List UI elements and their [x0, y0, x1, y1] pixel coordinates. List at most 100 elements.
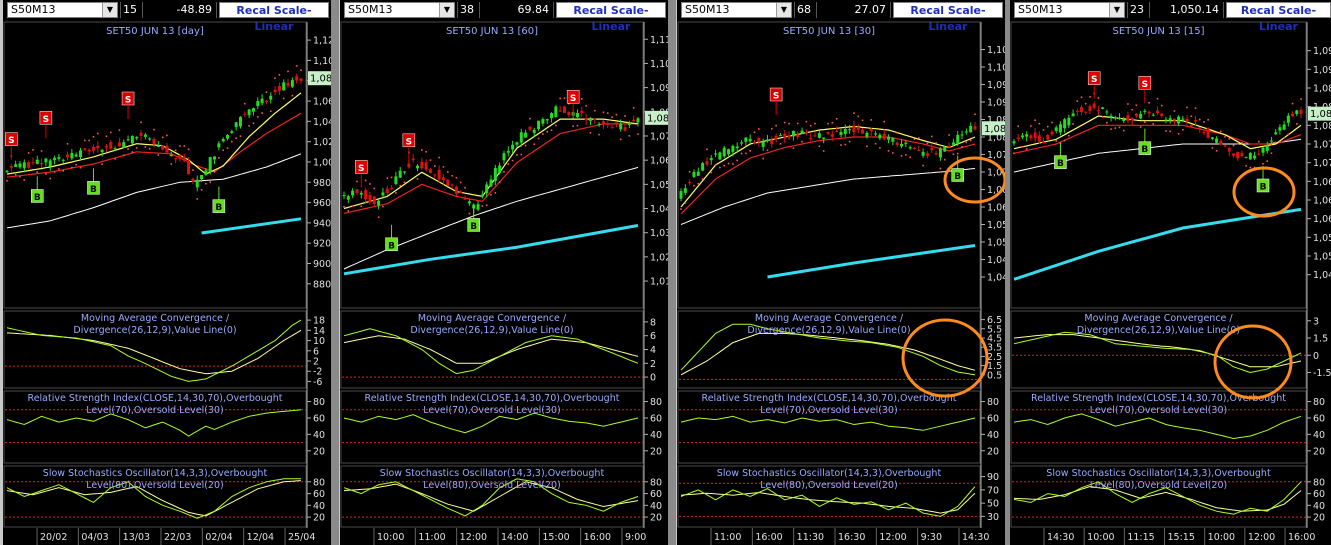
candle-body [1202, 132, 1206, 134]
sar-dot [1144, 121, 1146, 123]
sar-dot [857, 115, 860, 118]
sma-red-line [343, 123, 638, 214]
panel-divider[interactable] [668, 0, 676, 545]
sar-dot [118, 129, 121, 131]
sar-dot [805, 120, 808, 123]
candle-body [947, 145, 951, 148]
indicator-tick-label: 3 [1313, 316, 1319, 327]
candle-body [1185, 118, 1189, 122]
x-tick-label: 22/03 [164, 532, 191, 543]
sar-dot [222, 149, 224, 152]
candle-body [1160, 113, 1164, 117]
sell-signal-label: S [570, 94, 576, 104]
last-price-label: 1,082.50 [647, 113, 668, 124]
candle-body [951, 142, 955, 145]
sar-dot [1097, 97, 1100, 99]
candle-body [1299, 109, 1303, 115]
chart-canvas[interactable]: 1,1151,1051,0951,0851,0751,0651,0551,045… [340, 0, 668, 545]
sar-dot [745, 152, 747, 155]
sar-dot [796, 122, 799, 125]
candle-body [57, 157, 61, 159]
candle-body [346, 196, 350, 200]
candle-body [1265, 145, 1269, 151]
candle-body [48, 160, 52, 167]
buy-signal-label: B [34, 193, 41, 203]
sar-dot [19, 175, 21, 178]
sar-dot [200, 188, 203, 191]
sar-dot [161, 136, 164, 139]
candle-body [839, 131, 843, 135]
sar-dot [593, 109, 596, 112]
sar-dot [84, 139, 86, 142]
sar-dot [1300, 98, 1302, 100]
candle-body [437, 169, 441, 180]
chart-canvas[interactable]: 1,1201,1001,0801,0601,0401,0201,00098096… [3, 0, 331, 545]
candle-body [502, 153, 506, 161]
sar-dot [395, 192, 397, 194]
candle-body [1033, 132, 1037, 139]
sar-dot [969, 139, 972, 142]
stoch-title: Slow Stochastics Oscillator(14,3,3),Over… [717, 468, 942, 479]
chart-canvas[interactable]: 1,1051,1001,0951,0901,0851,0801,0751,070… [677, 0, 1005, 545]
sar-dot [602, 111, 605, 114]
sar-dot [1063, 139, 1066, 142]
buy-signal-label: B [1260, 183, 1267, 193]
chart-canvas[interactable]: 1,0961,0921,0881,0841,0801,0761,0721,068… [1010, 0, 1331, 545]
pane-border-price [340, 21, 644, 309]
candle-body [70, 152, 74, 159]
sar-dot [697, 182, 700, 185]
candle-body [887, 136, 891, 140]
candle-body [1274, 132, 1278, 135]
sar-dot [550, 129, 553, 131]
candle-body [364, 190, 368, 200]
x-tick-label: 16:00 [755, 532, 782, 543]
candle-body [126, 139, 130, 141]
sar-dot [520, 153, 523, 156]
sar-dot [965, 141, 968, 144]
candle-body [843, 128, 847, 134]
candle-body [5, 170, 9, 173]
sar-dot [1262, 162, 1264, 165]
indicator-tick-label: 50 [987, 499, 999, 510]
sar-dot [840, 144, 842, 146]
y-tick-label: 1,080 [1313, 121, 1331, 132]
sar-dot [71, 166, 73, 169]
trend-line [201, 217, 302, 235]
rsi-title: Level(70),Oversold Level(30) [1090, 405, 1227, 416]
sar-dot [1139, 126, 1142, 128]
x-tick-label: 15:15 [1168, 532, 1195, 543]
candle-body [696, 171, 700, 176]
sar-dot [75, 163, 77, 166]
indicator-tick-label: 60 [1313, 413, 1325, 424]
sar-dot [818, 145, 821, 148]
indicator-tick-label: 20 [987, 446, 999, 457]
x-tick-label: 20/02 [40, 532, 67, 543]
y-tick-label: 920 [313, 239, 331, 250]
candle-body [1227, 148, 1231, 152]
y-tick-label: 1,045 [987, 255, 1005, 266]
sar-dot [753, 131, 756, 134]
sar-dot [1283, 137, 1285, 139]
sar-dot [140, 121, 142, 124]
indicator-tick-label: 20 [650, 513, 662, 524]
candle-body [692, 171, 696, 177]
sar-dot [399, 184, 402, 187]
sar-dot [848, 140, 851, 143]
candle-body [1042, 142, 1046, 144]
candle-body [195, 179, 199, 188]
candle-body [1156, 110, 1159, 114]
candle-body [1189, 124, 1193, 127]
candle-body [1020, 135, 1024, 138]
macd-title: Divergence(26,12,9),Value Line(0) [410, 325, 573, 336]
last-price-label: 1,082.50 [1310, 109, 1331, 120]
panel-divider[interactable] [331, 0, 339, 545]
candle-body [891, 137, 895, 142]
multi-chart-workspace: S50M13 ▼ 15 -48.89 Recal Scale-Linear 1,1… [0, 0, 1331, 545]
sar-dot [831, 121, 834, 124]
sar-dot [287, 70, 289, 73]
sar-dot [1160, 104, 1163, 107]
candle-body [606, 123, 610, 125]
sar-dot [870, 119, 873, 121]
macd-title: Moving Average Convergence / [418, 313, 567, 324]
sar-dot [6, 179, 8, 182]
